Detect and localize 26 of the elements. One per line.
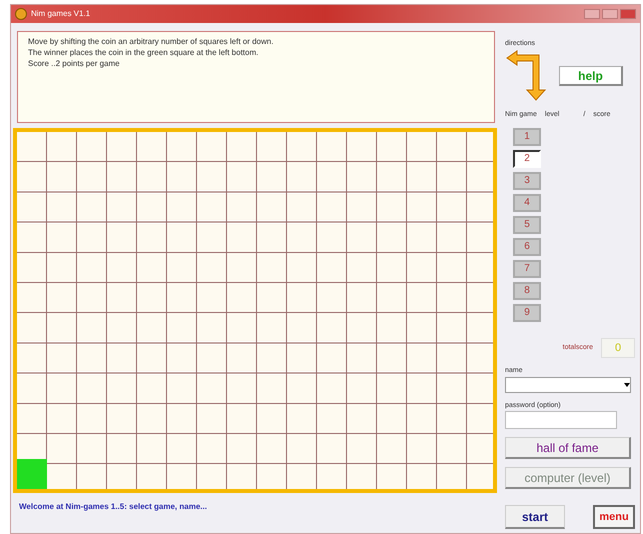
level-button[interactable]: 9 bbox=[513, 304, 541, 322]
level-button[interactable]: 8 bbox=[513, 282, 541, 300]
level-button[interactable]: 1 bbox=[513, 128, 541, 146]
level-button[interactable]: 7 bbox=[513, 260, 541, 278]
level-button[interactable]: 3 bbox=[513, 172, 541, 190]
level-button[interactable]: 4 bbox=[513, 194, 541, 212]
start-button[interactable]: start bbox=[505, 505, 565, 529]
level-button[interactable]: 2 bbox=[513, 150, 541, 168]
instructions-text: Move by shifting the coin an arbitrary number of squares left or down. The winner places the coin in the green square at the left bottom. Score ..2 points per game bbox=[17, 31, 495, 123]
goal-square bbox=[17, 459, 47, 489]
game-board[interactable] bbox=[13, 128, 497, 493]
maximize-button[interactable] bbox=[602, 9, 618, 19]
close-button[interactable] bbox=[620, 9, 636, 19]
minimize-button[interactable] bbox=[584, 9, 600, 19]
menu-button[interactable]: menu bbox=[593, 505, 635, 529]
totalscore-value: 0 bbox=[601, 338, 635, 358]
name-dropdown[interactable] bbox=[505, 376, 631, 392]
level-button[interactable]: 5 bbox=[513, 216, 541, 234]
action-button[interactable]: hall of fame bbox=[505, 437, 631, 459]
window-title: Nim games V1.1 bbox=[31, 8, 90, 20]
help-button[interactable]: help bbox=[559, 66, 623, 86]
dropdown-caret-icon bbox=[624, 382, 630, 386]
level-button[interactable]: 6 bbox=[513, 238, 541, 256]
app-icon bbox=[15, 8, 27, 20]
password-field[interactable] bbox=[505, 411, 617, 429]
status-text: Welcome at Nim-games 1..5: select game, name... bbox=[19, 501, 208, 513]
